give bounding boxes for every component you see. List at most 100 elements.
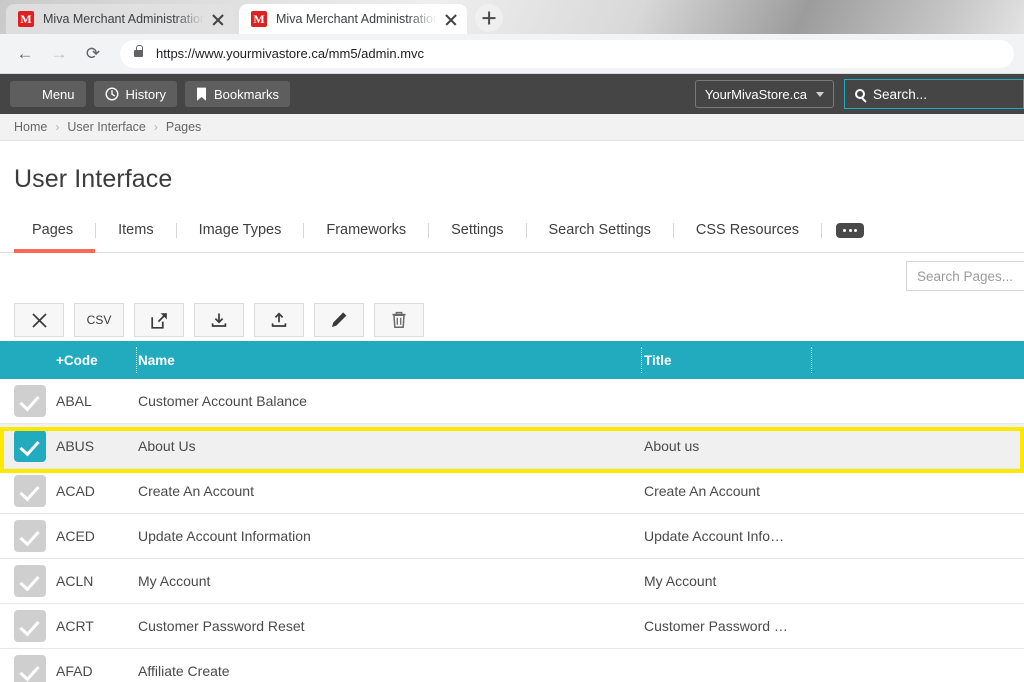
row-checkbox[interactable] [14,520,46,552]
tab-css-resources[interactable]: CSS Resources [674,208,821,252]
cell-code: ABAL [56,393,92,409]
cell-name: About Us [138,438,196,454]
row-checkbox[interactable] [14,475,46,507]
column-resizer[interactable] [641,347,642,373]
chevron-down-icon [816,91,824,97]
table-row[interactable]: AFAD Affiliate Create [0,649,1024,682]
page-title: User Interface [14,165,173,193]
tab-image-types[interactable]: Image Types [177,208,304,252]
browser-tab-2[interactable]: M Miva Merchant Administration: je [239,4,467,34]
close-button[interactable] [14,303,64,337]
row-checkbox[interactable] [14,610,46,642]
global-search-input[interactable]: Search... [844,79,1024,109]
miva-m-icon: M [251,11,267,27]
history-button[interactable]: History [93,81,177,107]
tab-pages-label: Pages [32,222,74,238]
lock-icon [134,45,144,57]
browser-tab-1-title: Miva Merchant Administration: je [43,12,204,26]
action-toolbar: CSV [0,299,1024,341]
history-button-label: History [125,86,166,102]
browser-tab-2-title: Miva Merchant Administration: je [276,12,437,26]
ellipsis-dot-icon [848,228,852,232]
breadcrumb: Home › User Interface › Pages [0,114,1024,141]
column-resizer[interactable] [136,347,137,373]
more-tabs-button[interactable] [836,222,865,238]
csv-button[interactable]: CSV [74,303,124,337]
delete-button[interactable] [374,303,424,337]
table-row[interactable]: ACRT Customer Password Reset Customer Pa… [0,604,1024,649]
table-row[interactable]: ABUS About Us About us [0,424,1024,469]
external-link-icon [150,312,168,329]
tab-image-types-label: Image Types [198,222,282,238]
cell-code: ACLN [56,573,94,589]
tab-settings[interactable]: Settings [429,208,525,252]
table-header: +Code Name Title [0,341,1024,379]
column-header-title[interactable]: Title [634,353,1024,368]
close-x-icon [31,312,48,329]
bookmarks-button[interactable]: Bookmarks [184,81,291,107]
cell-name: Customer Password Reset [138,618,305,634]
row-checkbox[interactable] [14,565,46,597]
cell-title: Customer Password … [644,618,788,634]
row-checkbox[interactable] [14,385,46,417]
search-pages-placeholder: Search Pages... [917,268,1014,284]
tab-search-settings[interactable]: Search Settings [527,208,673,252]
search-row: Search Pages... [0,253,1024,299]
bookmarks-button-label: Bookmarks [213,86,280,102]
reload-button[interactable]: ⟳ [78,39,108,69]
cell-code: ACAD [56,483,95,499]
tab-items[interactable]: Items [96,208,175,252]
upload-button[interactable] [254,303,304,337]
table-row[interactable]: ABAL Customer Account Balance [0,379,1024,424]
column-header-name[interactable]: Name [128,353,634,368]
column-resizer[interactable] [811,347,812,373]
tab-pages[interactable]: Pages [14,208,96,253]
breadcrumb-item-home[interactable]: Home [14,120,47,134]
global-search-placeholder: Search... [873,86,928,102]
breadcrumb-separator: › [153,120,158,134]
close-icon[interactable] [210,11,226,27]
pencil-icon [330,311,348,329]
breadcrumb-item-pages[interactable]: Pages [166,120,201,134]
search-pages-input[interactable]: Search Pages... [906,261,1024,291]
table-row[interactable]: ACLN My Account My Account [0,559,1024,604]
cell-name: Customer Account Balance [138,393,307,409]
admin-toolbar: Menu History Bookmarks YourMivaStore.ca … [0,74,1024,114]
cell-title: About us [644,438,700,454]
tab-settings-label: Settings [451,222,504,238]
ellipsis-dot-icon [854,228,858,232]
trash-icon [391,311,407,329]
tab-frameworks-label: Frameworks [326,222,407,238]
store-selector[interactable]: YourMivaStore.ca [694,80,834,108]
tab-search-settings-label: Search Settings [548,222,651,238]
admin-toolbar-right: YourMivaStore.ca Search... [694,74,1024,114]
tab-frameworks[interactable]: Frameworks [304,208,428,252]
bookmark-icon [196,87,207,102]
cell-title: Update Account Info… [644,528,785,544]
column-header-code[interactable]: +Code [0,353,128,368]
cell-name: Update Account Information [138,528,311,544]
upload-icon [270,311,288,329]
row-checkbox[interactable] [14,655,46,682]
forward-button[interactable]: → [44,39,74,69]
cell-title: My Account [644,573,717,589]
edit-button[interactable] [314,303,364,337]
ellipsis-dot-icon [843,228,847,232]
export-button[interactable] [134,303,184,337]
table-body: ABAL Customer Account Balance ABUS About… [0,379,1024,682]
download-button[interactable] [194,303,244,337]
store-selector-label: YourMivaStore.ca [704,86,807,102]
address-bar[interactable]: https://www.yourmivastore.ca/mm5/admin.m… [120,39,1014,68]
cell-code: ACRT [56,618,94,634]
csv-label: CSV [86,313,112,327]
row-checkbox[interactable] [14,430,46,462]
menu-button[interactable]: Menu [10,81,86,107]
menu-button-label: Menu [42,86,75,102]
browser-tab-1[interactable]: M Miva Merchant Administration: je [6,4,234,34]
new-tab-button[interactable] [475,4,503,32]
back-button[interactable]: ← [10,39,40,69]
table-row[interactable]: ACED Update Account Information Update A… [0,514,1024,559]
breadcrumb-item-user-interface[interactable]: User Interface [67,120,146,134]
table-row[interactable]: ACAD Create An Account Create An Account [0,469,1024,514]
close-icon[interactable] [443,11,459,27]
